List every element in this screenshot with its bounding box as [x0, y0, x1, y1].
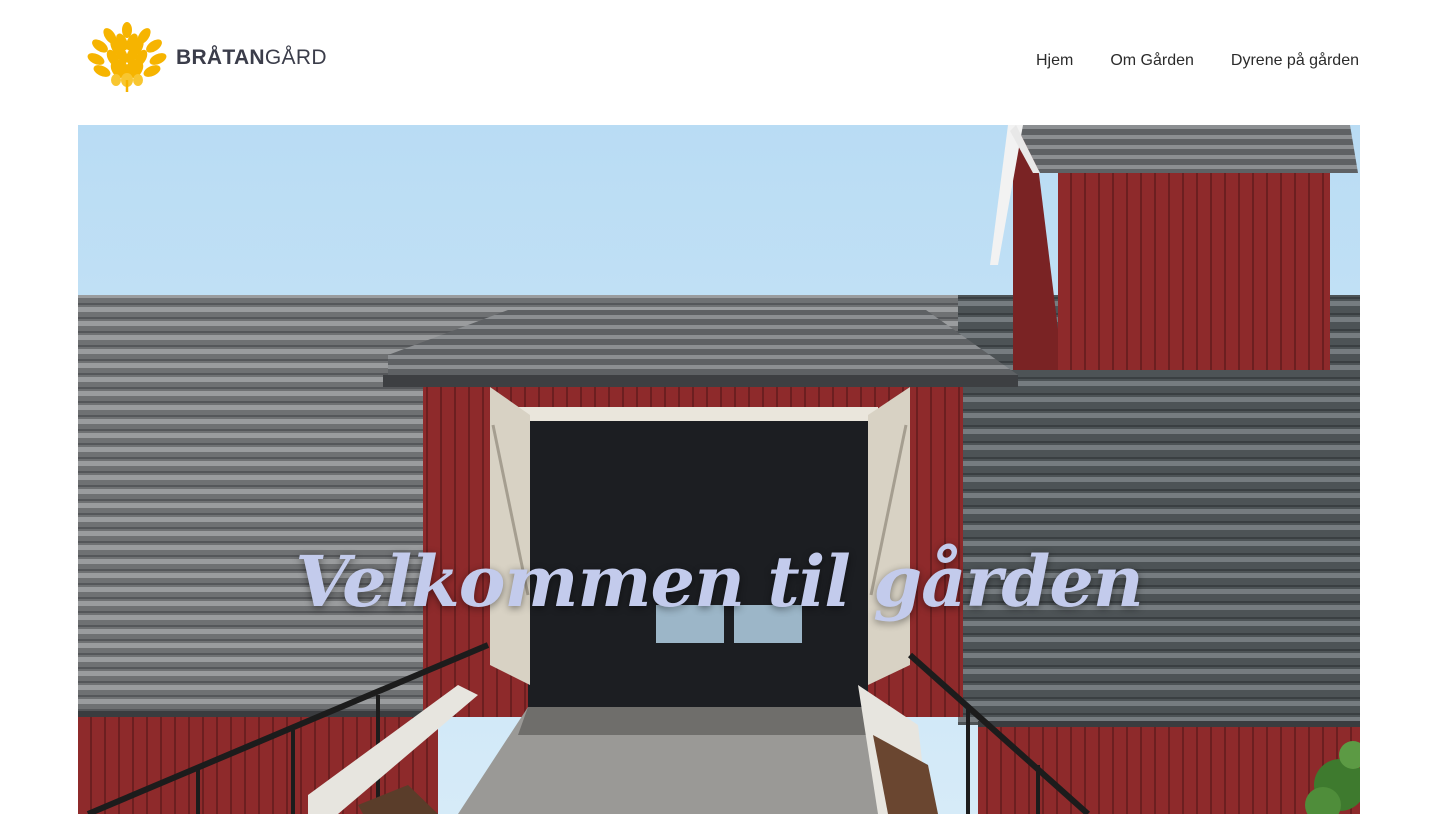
nav-item-hjem[interactable]: Hjem [1036, 52, 1073, 70]
logo-name-bold: BRÅTAN [176, 46, 265, 69]
main-nav: Hjem Om Gården Dyrene på gården [1036, 52, 1359, 70]
site-header: BRÅTANGÅRD Hjem Om Gården Dyrene på gård… [0, 0, 1439, 125]
red-barn-photo [78, 125, 1360, 814]
logo-text: BRÅTANGÅRD [176, 46, 327, 70]
nav-item-om-garden[interactable]: Om Gården [1110, 52, 1194, 70]
hero-title: Velkommen til gården [295, 539, 1144, 623]
hero-banner: Velkommen til gården [78, 125, 1360, 814]
wheat-icon [87, 22, 167, 92]
logo-name-regular: GÅRD [264, 46, 327, 69]
site-logo[interactable]: BRÅTANGÅRD [86, 22, 327, 94]
nav-item-dyrene[interactable]: Dyrene på gården [1231, 52, 1359, 70]
